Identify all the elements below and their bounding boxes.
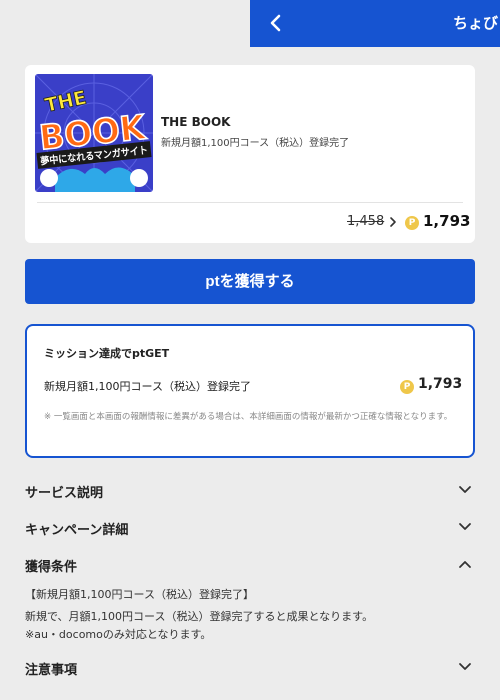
header-title: ちょび [453,14,499,32]
point-coin-icon: P [400,380,414,394]
conditions-body-1: 新規で、月額1,100円コース（税込）登録完了すると成果となります。 [25,610,374,623]
mission-points: 1,793 [418,376,463,392]
mission-note: ※ 一覧画面と本画面の報酬情報に差異がある場合は、本詳細画面の情報が最新かつ正確… [44,412,453,422]
conditions-body-2: ※au・docomoのみ対応となります。 [25,628,212,641]
chevron-down-icon [459,486,471,493]
section-conditions[interactable]: 獲得条件 [25,553,475,577]
section-conditions-label: 獲得条件 [25,560,78,575]
section-notes-label: 注意事項 [25,663,78,678]
back-arrow-icon[interactable] [266,12,286,34]
section-notes[interactable]: 注意事項 [25,656,475,680]
point-coin-icon: P [405,216,419,230]
section-campaign[interactable]: キャンペーン詳細 [25,516,475,540]
section-campaign-label: キャンペーン詳細 [25,523,129,538]
section-service-label: サービス説明 [25,486,104,501]
get-points-button[interactable]: ptを獲得する [25,259,475,304]
section-service[interactable]: サービス説明 [25,479,475,503]
conditions-heading: 【新規月額1,100円コース（税込）登録完了】 [25,588,254,601]
product-thumbnail: THE BOOK 夢中になれるマンガサイト [35,74,153,192]
mission-title: ミッション達成でptGET [44,347,170,360]
app-header: ちょび [250,0,500,47]
card-divider [37,202,463,203]
chevron-down-icon [459,523,471,530]
chevron-up-icon [459,561,471,568]
chevron-right-icon [390,217,396,227]
product-name: THE BOOK [161,115,231,129]
product-description: 新規月額1,100円コース（税込）登録完了 [161,138,350,149]
mission-item-label: 新規月額1,100円コース（税込）登録完了 [44,380,251,393]
mission-box: ミッション達成でptGET 新規月額1,100円コース（税込）登録完了 P 1,… [25,324,475,458]
new-price: 1,793 [423,212,471,230]
chevron-down-icon [459,663,471,670]
product-card: THE BOOK 夢中になれるマンガサイト THE BOOK 新規月額1,100… [25,65,475,243]
old-price: 1,458 [347,214,385,229]
